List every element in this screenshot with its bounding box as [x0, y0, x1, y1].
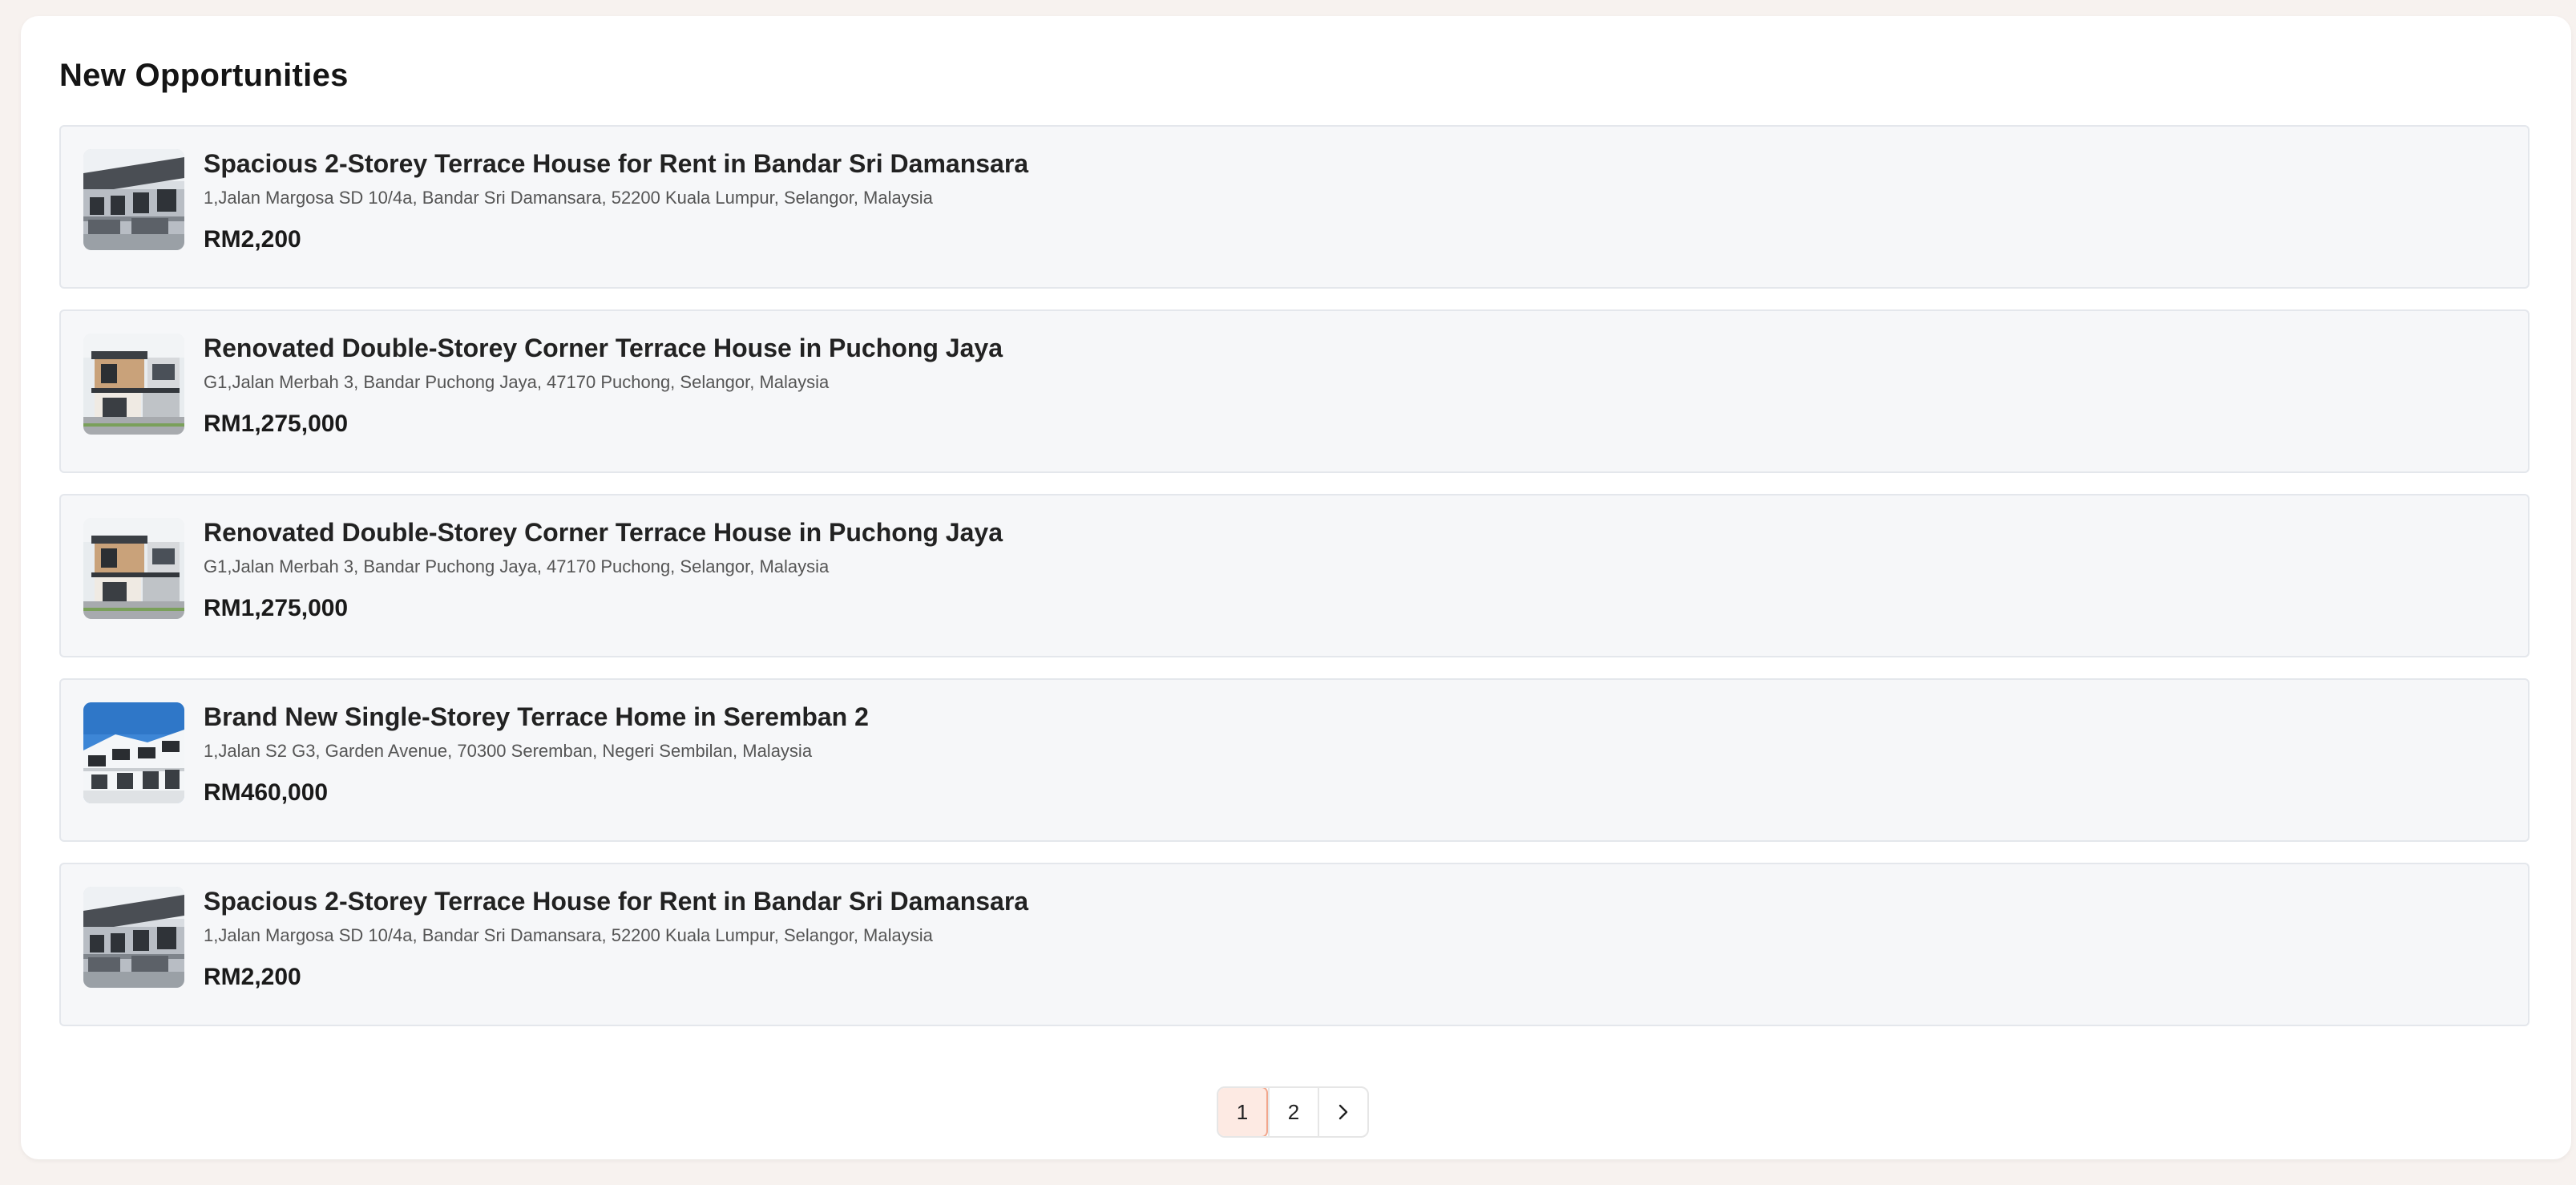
listing-address: 1,Jalan Margosa SD 10/4a, Bandar Sri Dam… — [204, 188, 933, 208]
modern-house-wood-photo — [83, 334, 184, 435]
terrace-house-grey-photo — [83, 887, 184, 988]
listing-thumbnail — [83, 149, 184, 250]
chevron-right-icon — [1338, 1104, 1348, 1120]
page-2-button[interactable]: 2 — [1268, 1088, 1318, 1136]
listing-title[interactable]: Renovated Double-Storey Corner Terrace H… — [204, 518, 1003, 548]
pagination: 1 2 — [1217, 1086, 1369, 1138]
section-title: New Opportunities — [59, 58, 349, 93]
listing-title[interactable]: Renovated Double-Storey Corner Terrace H… — [204, 334, 1003, 363]
page-1-button[interactable]: 1 — [1218, 1088, 1268, 1136]
listing-item[interactable]: Spacious 2-Storey Terrace House for Rent… — [59, 863, 2530, 1026]
listing-title[interactable]: Spacious 2-Storey Terrace House for Rent… — [204, 887, 1028, 916]
listing-price: RM2,200 — [204, 226, 301, 253]
listing-thumbnail — [83, 702, 184, 803]
listing-address: G1,Jalan Merbah 3, Bandar Puchong Jaya, … — [204, 556, 830, 576]
listing-title[interactable]: Brand New Single-Storey Terrace Home in … — [204, 702, 869, 732]
listing-item[interactable]: Brand New Single-Storey Terrace Home in … — [59, 678, 2530, 842]
listing-title[interactable]: Spacious 2-Storey Terrace House for Rent… — [204, 149, 1028, 179]
listing-price: RM1,275,000 — [204, 411, 349, 437]
white-terrace-blue-sky-photo — [83, 702, 184, 803]
modern-house-wood-photo — [83, 518, 184, 619]
listing-price: RM460,000 — [204, 779, 329, 806]
listing-price: RM2,200 — [204, 964, 301, 990]
listing-thumbnail — [83, 518, 184, 619]
listing-thumbnail — [83, 334, 184, 435]
listing-price: RM1,275,000 — [204, 595, 349, 621]
listing-address: 1,Jalan Margosa SD 10/4a, Bandar Sri Dam… — [204, 925, 933, 945]
listing-list: Spacious 2-Storey Terrace House for Rent… — [59, 125, 2530, 1047]
next-page-button[interactable] — [1318, 1088, 1367, 1136]
listing-address: 1,Jalan S2 G3, Garden Avenue, 70300 Sere… — [204, 741, 813, 761]
terrace-house-grey-photo — [83, 149, 184, 250]
listing-item[interactable]: Spacious 2-Storey Terrace House for Rent… — [59, 125, 2530, 289]
listing-thumbnail — [83, 887, 184, 988]
opportunities-card: New Opportunities Spacious 2-Storey Terr… — [21, 16, 2571, 1159]
listing-item[interactable]: Renovated Double-Storey Corner Terrace H… — [59, 309, 2530, 473]
listing-item[interactable]: Renovated Double-Storey Corner Terrace H… — [59, 494, 2530, 657]
listing-address: G1,Jalan Merbah 3, Bandar Puchong Jaya, … — [204, 372, 830, 392]
